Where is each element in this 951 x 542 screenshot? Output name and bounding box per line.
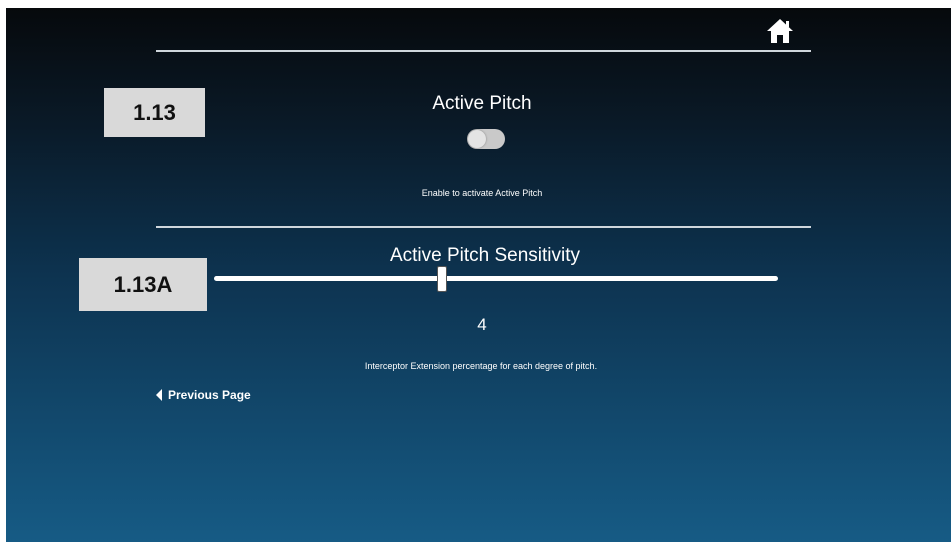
active-pitch-title: Active Pitch <box>432 93 532 114</box>
home-icon <box>767 19 793 43</box>
active-pitch-hint: Enable to activate Active Pitch <box>421 188 543 198</box>
caret-left-icon <box>156 389 162 401</box>
sensitivity-title: Active Pitch Sensitivity <box>389 245 581 266</box>
divider-middle <box>156 226 811 228</box>
previous-page-label: Previous Page <box>168 388 251 402</box>
toggle-knob <box>468 130 486 148</box>
section-tag-pitch: 1.13 <box>104 88 205 137</box>
divider-top <box>156 50 811 52</box>
previous-page-button[interactable]: Previous Page <box>156 388 251 402</box>
sensitivity-hint: Interceptor Extension percentage for eac… <box>364 361 598 371</box>
sensitivity-slider-thumb[interactable] <box>437 266 448 292</box>
sensitivity-value: 4 <box>477 315 487 334</box>
section-tag-sensitivity: 1.13A <box>79 258 207 311</box>
app-screen: 1.13 Active Pitch Enable to activate Act… <box>6 8 951 542</box>
sensitivity-slider-track[interactable] <box>214 276 778 281</box>
home-button[interactable] <box>763 15 797 47</box>
active-pitch-toggle[interactable] <box>467 129 505 149</box>
